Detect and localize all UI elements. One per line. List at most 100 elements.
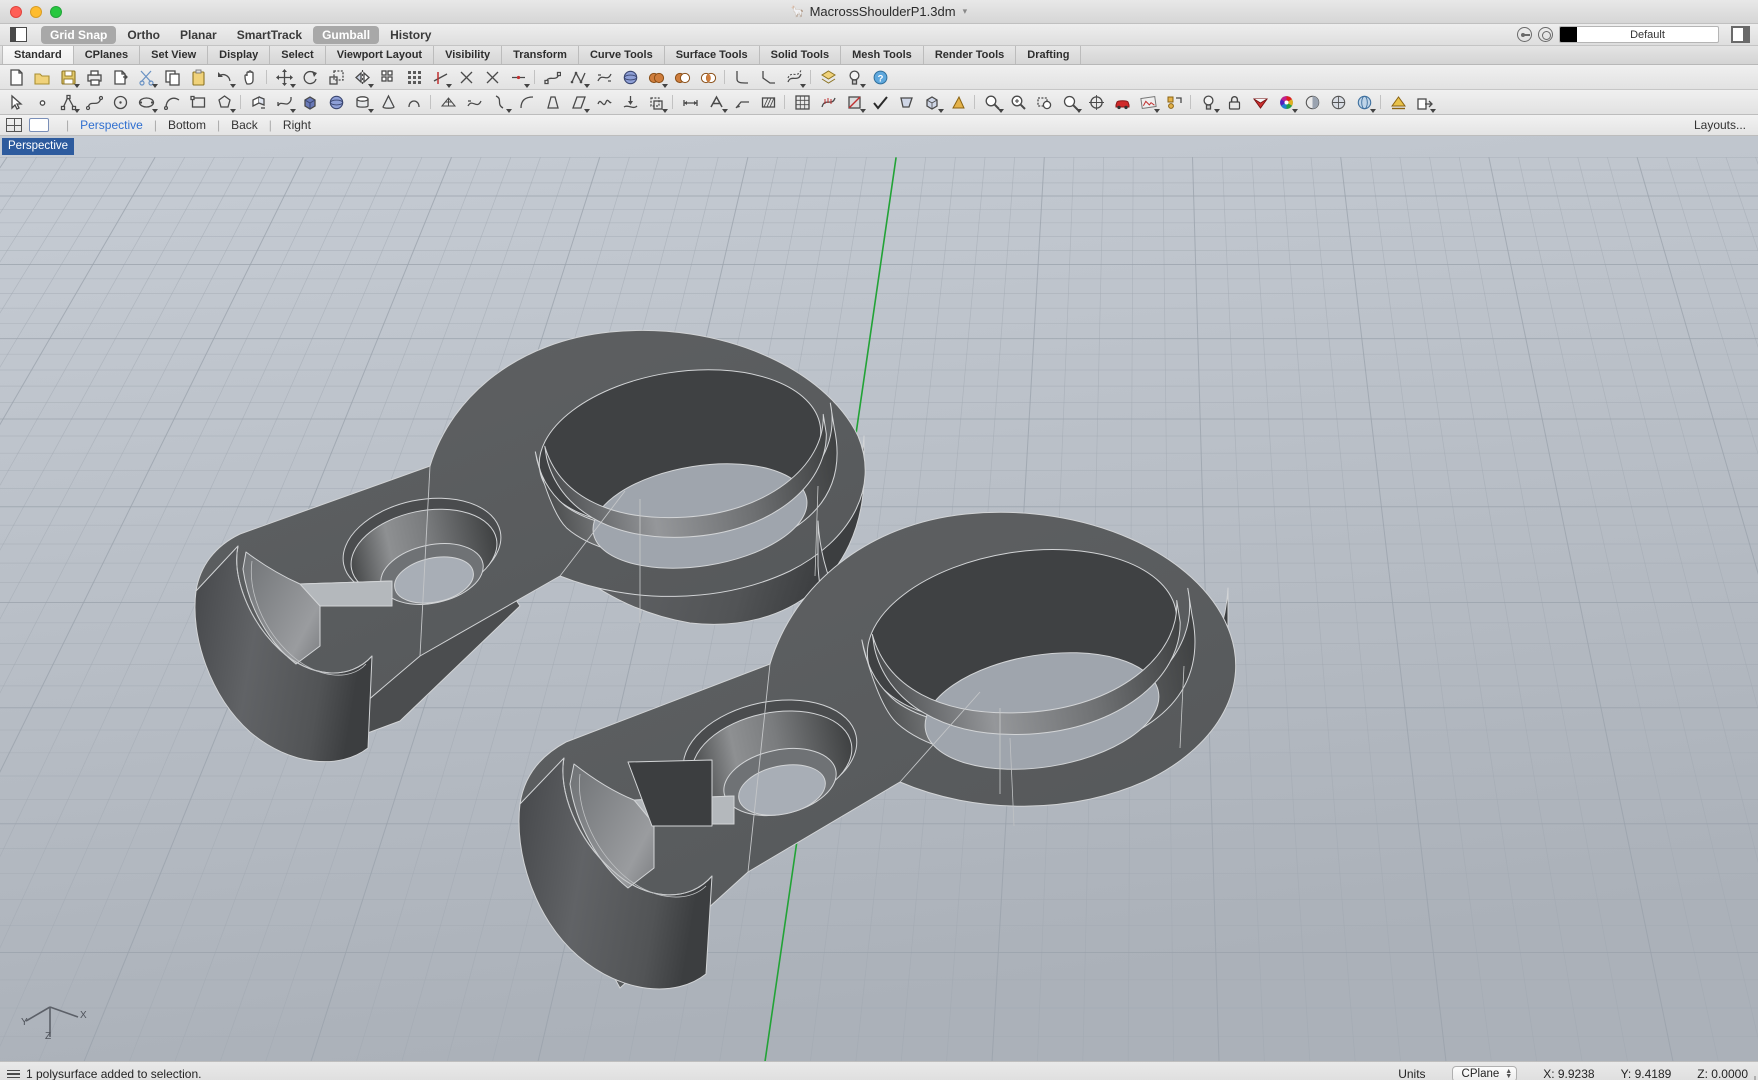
traffic-light-controls[interactable] <box>0 5 62 18</box>
toggle-ortho[interactable]: Ortho <box>118 26 169 44</box>
surface-from-curves-icon[interactable] <box>271 91 297 114</box>
print-icon[interactable] <box>81 66 107 89</box>
display-mode-icon[interactable] <box>1385 91 1411 114</box>
copy-to-clipboard-icon[interactable] <box>107 66 133 89</box>
flyout-arrow-icon[interactable] <box>74 108 80 113</box>
section-icon[interactable] <box>841 91 867 114</box>
rotate-icon[interactable] <box>297 66 323 89</box>
flyout-arrow-icon[interactable] <box>722 108 728 113</box>
ellipse-icon[interactable] <box>133 91 159 114</box>
cylinder-icon[interactable] <box>349 91 375 114</box>
tab-render-tools[interactable]: Render Tools <box>923 46 1017 64</box>
viewport-tab-perspective[interactable]: Perspective <box>78 118 145 132</box>
help-icon[interactable]: ? <box>867 66 893 89</box>
chevron-updown-icon[interactable]: ▲ ▼ <box>1505 1068 1512 1080</box>
tab-mesh-tools[interactable]: Mesh Tools <box>841 46 924 64</box>
array-icon[interactable] <box>375 66 401 89</box>
flyout-arrow-icon[interactable] <box>1076 108 1082 113</box>
shoulder-bracket-model[interactable] <box>0 136 1758 1061</box>
paste-icon[interactable] <box>185 66 211 89</box>
tab-surface-tools[interactable]: Surface Tools <box>664 46 760 64</box>
color-wheel-icon[interactable] <box>1273 91 1299 114</box>
tab-select[interactable]: Select <box>270 46 326 64</box>
text-icon[interactable] <box>703 91 729 114</box>
flyout-arrow-icon[interactable] <box>938 108 944 113</box>
flow-icon[interactable] <box>461 91 487 114</box>
undo-icon[interactable] <box>211 66 237 89</box>
tab-curve-tools[interactable]: Curve Tools <box>578 46 665 64</box>
polyline-icon[interactable] <box>55 91 81 114</box>
pan-hand-icon[interactable] <box>237 66 263 89</box>
polygon-icon[interactable] <box>211 91 237 114</box>
tab-visibility[interactable]: Visibility <box>434 46 503 64</box>
minimize-window-button[interactable] <box>30 5 42 18</box>
cplane-dropdown[interactable]: CPlane ▲ ▼ <box>1451 1066 1518 1080</box>
zoom-icon[interactable] <box>979 91 1005 114</box>
mesh-icon[interactable] <box>435 91 461 114</box>
picture-frame-icon[interactable] <box>1135 91 1161 114</box>
check-icon[interactable] <box>867 91 893 114</box>
flyout-arrow-icon[interactable] <box>662 108 668 113</box>
toggle-smarttrack[interactable]: SmartTrack <box>228 26 311 44</box>
named-view-icon[interactable] <box>1161 91 1187 114</box>
volume-icon[interactable] <box>919 91 945 114</box>
flyout-arrow-icon[interactable] <box>446 83 452 88</box>
layer-color-swatch[interactable] <box>1560 27 1577 42</box>
area-icon[interactable] <box>893 91 919 114</box>
hatch-icon[interactable] <box>755 91 781 114</box>
flyout-arrow-icon[interactable] <box>230 83 236 88</box>
copy-icon[interactable] <box>159 66 185 89</box>
tab-drafting[interactable]: Drafting <box>1016 46 1082 64</box>
sphere-shaded-icon[interactable] <box>617 66 643 89</box>
offset-icon[interactable] <box>781 66 807 89</box>
mirror-icon[interactable] <box>349 66 375 89</box>
render-preview-icon[interactable] <box>1351 91 1377 114</box>
cone-icon[interactable] <box>375 91 401 114</box>
tab-set-view[interactable]: Set View <box>140 46 209 64</box>
export-icon[interactable] <box>1411 91 1437 114</box>
save-icon[interactable] <box>55 66 81 89</box>
boolean-union-icon[interactable] <box>643 66 669 89</box>
grid-array-icon[interactable] <box>401 66 427 89</box>
flyout-arrow-icon[interactable] <box>290 108 296 113</box>
curvature-icon[interactable] <box>815 91 841 114</box>
point-edit-icon[interactable] <box>539 66 565 89</box>
join-icon[interactable] <box>505 66 531 89</box>
single-viewport-layout-icon[interactable] <box>29 118 49 132</box>
flyout-arrow-icon[interactable] <box>662 83 668 88</box>
control-points-icon[interactable] <box>565 66 591 89</box>
toggle-history[interactable]: History <box>381 26 440 44</box>
extrude-icon[interactable] <box>245 91 271 114</box>
flyout-arrow-icon[interactable] <box>1214 108 1220 113</box>
tab-viewport-layout[interactable]: Viewport Layout <box>325 46 435 64</box>
render-icon[interactable] <box>1299 91 1325 114</box>
flyout-arrow-icon[interactable] <box>1430 108 1436 113</box>
dimension-icon[interactable] <box>677 91 703 114</box>
box-icon[interactable] <box>297 91 323 114</box>
project-icon[interactable] <box>617 91 643 114</box>
flyout-arrow-icon[interactable] <box>1370 108 1376 113</box>
split-icon[interactable] <box>453 66 479 89</box>
arc-icon[interactable] <box>159 91 185 114</box>
tab-cplanes[interactable]: CPlanes <box>73 46 141 64</box>
trim-icon[interactable] <box>427 66 453 89</box>
perspective-viewport[interactable]: Perspective X Y Z <box>0 136 1758 1061</box>
zoom-target-icon[interactable] <box>1083 91 1109 114</box>
smooth-icon[interactable] <box>591 91 617 114</box>
title-chevron-down-icon[interactable]: ▾ <box>963 6 968 17</box>
left-panel-toggle-icon[interactable] <box>10 27 27 42</box>
rebuild-icon[interactable] <box>591 66 617 89</box>
toggle-planar[interactable]: Planar <box>171 26 226 44</box>
draft-angle-icon[interactable] <box>945 91 971 114</box>
viewport-tab-back[interactable]: Back <box>229 118 260 132</box>
rectangle-icon[interactable] <box>185 91 211 114</box>
select-arrow-icon[interactable] <box>3 91 29 114</box>
boolean-difference-icon[interactable] <box>669 66 695 89</box>
explode-icon[interactable] <box>479 66 505 89</box>
viewport-tab-right[interactable]: Right <box>281 118 313 132</box>
tab-transform[interactable]: Transform <box>502 46 579 64</box>
close-window-button[interactable] <box>10 5 22 18</box>
toggle-grid-snap[interactable]: Grid Snap <box>41 25 117 44</box>
taper-icon[interactable] <box>539 91 565 114</box>
circle-icon[interactable] <box>107 91 133 114</box>
